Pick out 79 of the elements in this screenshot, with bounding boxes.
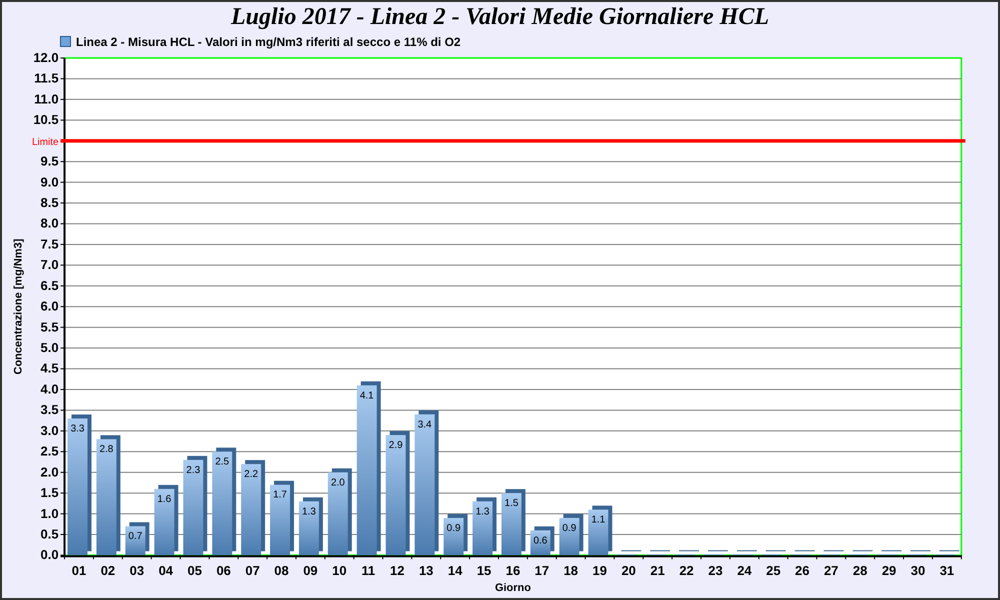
x-axis-title: Giorno (495, 582, 531, 594)
y-tick-label: 10.5 (33, 112, 59, 128)
x-tick-label: 16 (506, 563, 520, 578)
x-tick-label: 27 (824, 563, 838, 578)
x-tick-label: 30 (910, 563, 926, 578)
x-tick-label: 08 (274, 563, 289, 578)
x-tick-label: 28 (852, 563, 868, 578)
x-tick-label: 02 (100, 563, 116, 578)
x-tick-label: 05 (188, 563, 202, 578)
x-tick-label: 01 (72, 563, 86, 578)
x-tick-label: 11 (361, 563, 376, 578)
y-tick-label: 5.0 (40, 340, 59, 355)
x-tick-label: 22 (679, 563, 694, 578)
y-tick-label: 4.5 (40, 360, 59, 376)
y-tick-label: 3.5 (40, 402, 59, 418)
x-tick-label: 13 (418, 563, 434, 578)
value-label: 2.2 (244, 468, 258, 480)
y-tick-label: 5.5 (40, 319, 59, 334)
value-label: 2.3 (186, 464, 200, 476)
value-label: 4.1 (360, 390, 374, 402)
x-tick-label: 29 (882, 563, 896, 578)
y-tick-label: 1.5 (40, 484, 59, 500)
y-tick-label: 11.5 (34, 70, 59, 86)
y-tick-label: 1.0 (40, 506, 59, 521)
x-tick-label: 14 (448, 563, 462, 578)
x-tick-label: 12 (390, 563, 404, 578)
x-tick-label: 19 (592, 563, 607, 578)
x-tick-label: 04 (158, 563, 173, 578)
value-label: 2.8 (100, 444, 114, 456)
y-tick-label: 12.0 (33, 52, 59, 65)
value-label: 0.7 (128, 531, 142, 542)
value-label: 1.3 (476, 506, 490, 518)
x-tick-label: 25 (766, 563, 781, 578)
y-tick-label: 2.5 (40, 444, 59, 459)
value-label: 1.5 (504, 498, 518, 509)
legend-label: Linea 2 - Misura HCL - Valori in mg/Nm3 riferiti al secco e 11% di O2 (76, 34, 461, 49)
value-label: 1.1 (591, 514, 606, 526)
limit-label: Limite (32, 136, 59, 148)
y-tick-label: 0.5 (40, 526, 59, 542)
value-label: 2.5 (215, 456, 230, 468)
x-tick-label: 07 (245, 563, 260, 578)
value-label: 0.9 (562, 522, 576, 534)
y-tick-label: 11.0 (34, 91, 59, 106)
y-axis-title: Concentrazione [mg/Nm3] (12, 238, 25, 374)
y-tick-label: 6.0 (40, 298, 59, 314)
value-label: 0.6 (533, 535, 548, 546)
value-label: 3.3 (70, 423, 84, 434)
y-tick-label: 8.0 (40, 216, 59, 231)
x-tick-label: 18 (564, 563, 578, 578)
y-tick-label: 9.5 (40, 153, 59, 168)
y-tick-label: 7.0 (40, 257, 59, 272)
x-tick-label: 06 (216, 563, 231, 578)
y-tick-label: 7.5 (40, 236, 59, 252)
x-tick-label: 21 (650, 563, 665, 578)
y-tick-label: 6.5 (40, 278, 59, 293)
y-tick-label: 3.0 (40, 422, 59, 438)
y-tick-label: 9.0 (40, 174, 59, 190)
x-tick-label: 17 (534, 563, 550, 578)
value-label: 3.4 (418, 419, 432, 430)
value-label: 1.7 (273, 490, 287, 501)
value-label: 0.9 (446, 522, 461, 534)
value-label: 2.0 (330, 477, 345, 488)
x-tick-label: 31 (940, 563, 954, 578)
value-label: 1.3 (302, 506, 316, 518)
x-tick-label: 09 (303, 563, 318, 578)
x-tick-label: 20 (621, 563, 636, 578)
x-tick-label: 24 (737, 563, 752, 578)
x-tick-label: 26 (795, 563, 810, 578)
y-tick-label: 8.5 (40, 194, 59, 210)
chart-title: Luglio 2017 - Linea 2 - Valori Medie Giornaliere HCL (230, 3, 770, 32)
value-label: 2.9 (388, 440, 403, 451)
y-tick-label: 2.0 (40, 464, 59, 480)
x-tick-label: 23 (708, 563, 723, 578)
x-tick-label: 03 (130, 563, 144, 578)
x-tick-label: 10 (332, 563, 347, 578)
y-tick-label: 4.0 (40, 381, 59, 396)
y-tick-label: 0.0 (40, 547, 59, 562)
value-label: 1.6 (157, 494, 172, 505)
x-tick-label: 15 (476, 563, 492, 578)
